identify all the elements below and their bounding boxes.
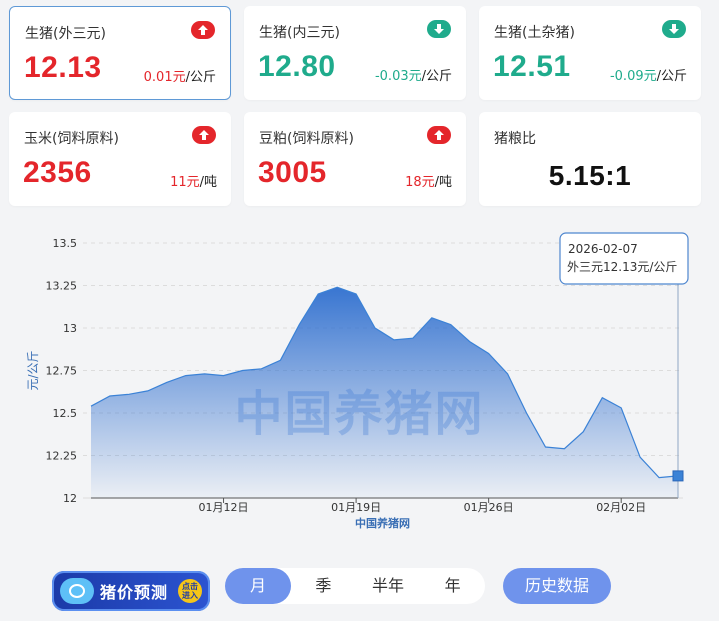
watermark: 中国养猪网 bbox=[234, 386, 484, 442]
tooltip-date: 2026-02-07 bbox=[568, 242, 638, 256]
tab-year[interactable]: 年 bbox=[420, 568, 485, 604]
card-change-value: 0.01元 bbox=[143, 70, 186, 85]
card-change-unit: /吨 bbox=[434, 175, 452, 190]
tab-quarter[interactable]: 季 bbox=[291, 568, 356, 604]
card-name: 生猪(外三元) bbox=[25, 26, 106, 42]
card-change-value: 18元 bbox=[405, 175, 435, 190]
y-tick-label: 12.75 bbox=[46, 365, 78, 378]
hover-point-marker bbox=[672, 470, 684, 482]
card-corn[interactable]: 玉米(饲料原料) 2356 11元/吨 bbox=[9, 112, 231, 206]
card-name: 生猪(土杂猪) bbox=[494, 25, 575, 41]
arrow-down-icon bbox=[427, 20, 451, 38]
card-price: 2356 bbox=[23, 156, 92, 189]
y-tick-label: 12 bbox=[63, 492, 77, 505]
card-change: -0.09元/公斤 bbox=[610, 65, 687, 84]
forecast-cloud-icon bbox=[60, 578, 94, 604]
card-change-value: 11元 bbox=[170, 175, 200, 190]
card-change-unit: /吨 bbox=[199, 175, 217, 190]
arrow-up-icon bbox=[192, 126, 216, 144]
arrow-down-icon bbox=[662, 20, 686, 38]
y-tick-label: 12.5 bbox=[53, 407, 78, 420]
x-tick-label: 01月19日 bbox=[331, 501, 381, 514]
card-change: 11元/吨 bbox=[170, 171, 217, 190]
x-axis-label: 中国养猪网 bbox=[355, 516, 410, 530]
price-chart[interactable]: 12 12.25 12.5 12.75 13 13.25 13.5 元/公斤中国养猪网 01月1… bbox=[0, 215, 719, 555]
card-change-unit: /公斤 bbox=[656, 69, 687, 84]
tooltip: 2026-02-07 外三元12.13元/公斤 bbox=[559, 232, 689, 285]
history-data-button[interactable]: 历史数据 bbox=[503, 568, 611, 604]
x-tick-label: 02月02日 bbox=[596, 501, 646, 514]
y-tick-label: 13 bbox=[63, 322, 77, 335]
card-pig-wai-san-yuan[interactable]: 生猪(外三元) 12.13 0.01元/公斤 bbox=[9, 6, 231, 100]
tooltip-box bbox=[559, 232, 689, 285]
card-change-value: -0.09元 bbox=[609, 69, 657, 84]
y-tick-label: 12.25 bbox=[46, 450, 78, 463]
card-soybean-meal[interactable]: 豆粕(饲料原料) 3005 18元/吨 bbox=[244, 112, 466, 206]
tab-month[interactable]: 月 bbox=[225, 568, 291, 604]
chart-controls: 猪价预测 点击进入 月 季 半年 年 历史数据 bbox=[0, 555, 719, 621]
card-price: 12.51 bbox=[493, 50, 571, 83]
card-pig-tu-za-zhu[interactable]: 生猪(土杂猪) 12.51 -0.09元/公斤 bbox=[479, 6, 701, 100]
card-change: 18元/吨 bbox=[405, 171, 452, 190]
card-price: 5.15:1 bbox=[548, 160, 632, 191]
card-pig-grain-ratio[interactable]: 猪粮比 5.15:1 bbox=[479, 112, 701, 206]
card-name: 豆粕(饲料原料) bbox=[259, 131, 354, 147]
period-tabs: 月 季 半年 年 bbox=[225, 568, 485, 604]
y-tick-label: 13.5 bbox=[53, 237, 78, 250]
card-name: 猪粮比 bbox=[494, 131, 536, 147]
y-axis-label: 元/公斤 bbox=[26, 350, 40, 390]
card-name: 玉米(饲料原料) bbox=[24, 131, 119, 147]
card-change-unit: /公斤 bbox=[421, 69, 452, 84]
arrow-up-icon bbox=[427, 126, 451, 144]
click-enter-badge: 点击进入 bbox=[178, 579, 202, 603]
card-change: 0.01元/公斤 bbox=[144, 66, 216, 85]
card-price: 12.80 bbox=[258, 50, 336, 83]
x-tick-label: 01月26日 bbox=[464, 501, 514, 514]
x-tick-label: 01月12日 bbox=[199, 501, 249, 514]
card-change-value: -0.03元 bbox=[374, 69, 422, 84]
tab-half-year[interactable]: 半年 bbox=[356, 568, 421, 604]
card-change-unit: /公斤 bbox=[185, 70, 216, 85]
price-forecast-label: 猪价预测 bbox=[100, 583, 169, 602]
y-tick-label: 13.25 bbox=[46, 280, 78, 293]
tooltip-value: 外三元12.13元/公斤 bbox=[567, 260, 677, 274]
price-forecast-button[interactable]: 猪价预测 点击进入 bbox=[52, 571, 210, 611]
card-name: 生猪(内三元) bbox=[259, 25, 340, 41]
card-pig-nei-san-yuan[interactable]: 生猪(内三元) 12.80 -0.03元/公斤 bbox=[244, 6, 466, 100]
card-price: 3005 bbox=[258, 156, 327, 189]
card-change: -0.03元/公斤 bbox=[375, 65, 452, 84]
card-price: 12.13 bbox=[24, 51, 102, 84]
arrow-up-icon bbox=[191, 21, 215, 39]
